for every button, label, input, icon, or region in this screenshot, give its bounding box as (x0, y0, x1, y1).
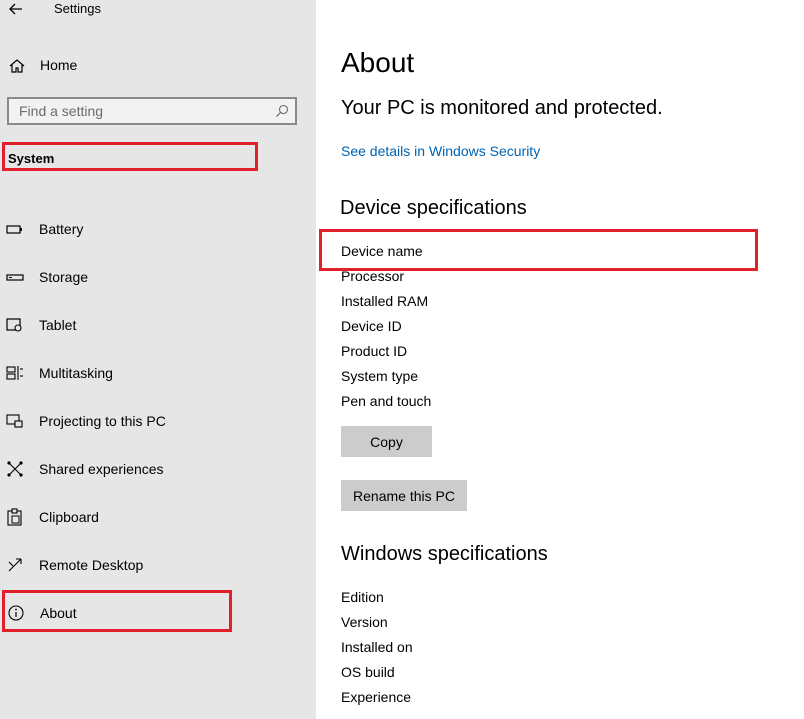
sidebar-item-projecting[interactable]: Projecting to this PC (0, 408, 316, 434)
section-title: System (8, 151, 55, 166)
remote-desktop-icon (8, 558, 22, 572)
multitasking-icon (6, 366, 23, 380)
clipboard-icon (7, 508, 22, 526)
storage-icon (6, 274, 24, 281)
search-input[interactable]: Find a setting (7, 97, 297, 125)
spec-version: Version (341, 614, 388, 630)
spec-installed-ram: Installed RAM (341, 293, 429, 309)
sidebar-item-label: Storage (39, 269, 89, 285)
sidebar-item-remote-desktop[interactable]: Remote Desktop (0, 552, 316, 578)
sidebar-item-label: Shared experiences (39, 461, 164, 477)
windows-security-link[interactable]: See details in Windows Security (341, 143, 540, 159)
shared-experiences-icon (7, 461, 23, 477)
sidebar: Settings Home Find a setting System Batt… (0, 0, 316, 719)
home-label: Home (40, 57, 78, 73)
sidebar-item-label: Multitasking (39, 365, 113, 381)
sidebar-item-label: Battery (39, 221, 84, 237)
home-nav-item[interactable]: Home (0, 54, 316, 78)
page-title: About (341, 47, 415, 78)
main-content: About Your PC is monitored and protected… (316, 0, 804, 719)
windows-specs-heading: Windows specifications (341, 543, 548, 565)
sidebar-item-storage[interactable]: Storage (0, 264, 316, 290)
projecting-icon (6, 414, 23, 428)
spec-installed-on: Installed on (341, 639, 413, 655)
spec-product-id: Product ID (341, 343, 408, 359)
sidebar-item-battery[interactable]: Battery (0, 216, 316, 242)
sidebar-item-label: Projecting to this PC (39, 413, 166, 429)
search-placeholder: Find a setting (19, 103, 104, 119)
copy-button[interactable]: Copy (341, 426, 432, 457)
search-icon (276, 104, 289, 117)
sidebar-item-label: Tablet (39, 317, 77, 333)
spec-experience: Experience (341, 689, 412, 705)
device-specs-heading: Device specifications (340, 197, 527, 219)
spec-device-id: Device ID (341, 318, 402, 334)
sidebar-item-label: About (40, 605, 77, 621)
sidebar-item-clipboard[interactable]: Clipboard (0, 504, 316, 530)
sidebar-item-label: Clipboard (39, 509, 99, 525)
battery-icon (6, 225, 22, 234)
home-icon (9, 59, 25, 73)
app-title: Settings (54, 1, 101, 16)
sidebar-item-label: Remote Desktop (39, 557, 144, 573)
rename-pc-button[interactable]: Rename this PC (341, 480, 467, 511)
spec-processor: Processor (341, 268, 405, 284)
spec-os-build: OS build (341, 664, 395, 680)
section-title-highlight: System (2, 142, 258, 171)
protection-status: Your PC is monitored and protected. (341, 97, 663, 119)
spec-device-name: Device name (341, 243, 423, 259)
spec-system-type: System type (341, 368, 419, 384)
sidebar-item-about[interactable]: About (0, 600, 316, 626)
back-button[interactable] (6, 0, 26, 18)
spec-pen-and-touch: Pen and touch (341, 393, 432, 409)
tablet-icon (6, 318, 22, 332)
sidebar-item-shared-experiences[interactable]: Shared experiences (0, 456, 316, 482)
info-icon (8, 605, 24, 621)
sidebar-item-multitasking[interactable]: Multitasking (0, 360, 316, 386)
sidebar-item-tablet[interactable]: Tablet (0, 312, 316, 338)
spec-edition: Edition (341, 589, 384, 605)
back-arrow-icon (9, 3, 22, 15)
